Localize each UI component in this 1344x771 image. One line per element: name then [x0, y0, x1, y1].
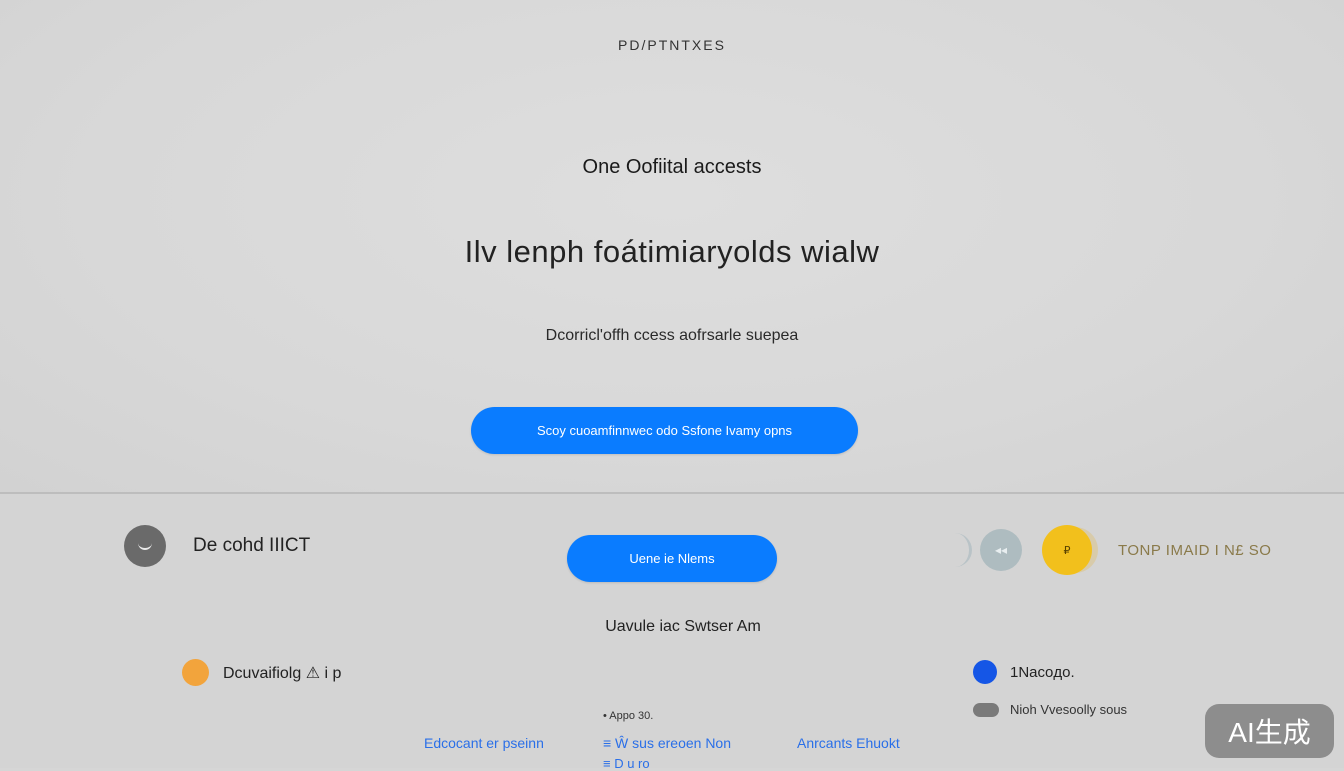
toggle-icon: [973, 702, 999, 717]
avatar-icon: [138, 542, 152, 550]
rewind-icon[interactable]: ◂◂: [980, 529, 1022, 571]
primary-cta-button[interactable]: Scoy cuoamfinnwec odo Ssfone Ivamy opns: [471, 407, 858, 454]
profile-label: De cohd IIICT: [193, 535, 311, 556]
right-subitem-label: Nioh Vvesoolly sous: [1010, 702, 1128, 717]
ai-watermark-badge: AI生成: [1205, 704, 1334, 758]
footer-link-bottom[interactable]: ≡ D u ro: [603, 756, 650, 771]
right-list-item[interactable]: 1Nacoдo.: [973, 660, 1075, 684]
small-note: • Appo 30.: [603, 710, 654, 722]
coin-icon[interactable]: ₽: [1042, 525, 1092, 575]
right-controls: ◂◂ ₽ TONP IMAID I N£ SO: [955, 525, 1271, 575]
left-list-item[interactable]: Dcuvaifiolg ⚠ i p: [182, 659, 341, 686]
footer-link-left[interactable]: Edcocant er pseinn: [424, 735, 544, 751]
right-item-label: 1Nacoдo.: [1010, 663, 1075, 681]
center-caption: Uavule iac Swtser Am: [605, 618, 761, 635]
footer-link-right[interactable]: Anrcants Ehuokt: [797, 735, 900, 751]
right-sub-item[interactable]: Nioh Vvesoolly sous: [973, 702, 1127, 717]
blue-dot-icon: [973, 660, 997, 684]
hero-subhead: Dcorricl'offh ccess aofrsarle suepea: [545, 327, 799, 344]
partial-circle-icon: [955, 533, 972, 567]
hero-headline: Ilv lenph foátimiaryolds wialw: [464, 234, 880, 269]
hero-section: PD/PTNTXES One Oofiital accests Ilv lenp…: [0, 0, 1344, 492]
secondary-button[interactable]: Uene ie Nlems: [567, 535, 777, 582]
avatar: [124, 525, 166, 567]
brand-title: PD/PTNTXES: [618, 37, 726, 53]
footer-link-middle[interactable]: ≡ Ŵ sus ereoen Non: [603, 735, 731, 751]
orange-dot-icon: [182, 659, 209, 686]
profile-row[interactable]: De cohd IIICT: [124, 525, 310, 567]
left-item-label: Dcuvaifiolg ⚠ i p: [223, 664, 342, 682]
right-label: TONP IMAID I N£ SO: [1118, 541, 1272, 559]
hero-eyebrow: One Oofiital accests: [582, 156, 762, 178]
